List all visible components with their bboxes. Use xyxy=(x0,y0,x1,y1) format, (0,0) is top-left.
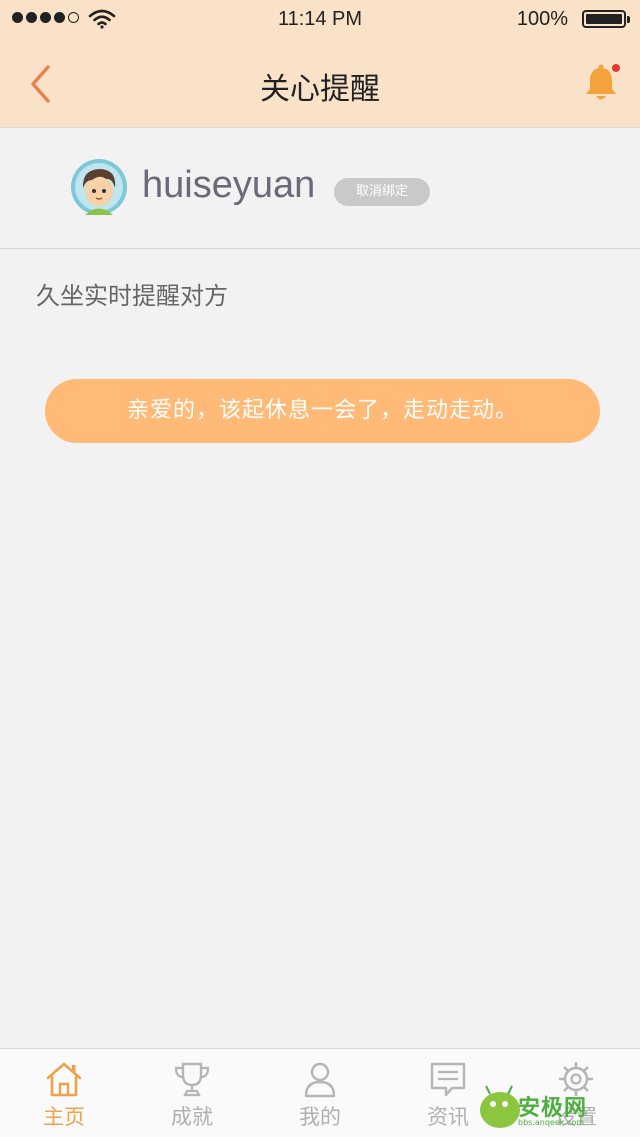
page-title: 关心提醒 xyxy=(260,72,380,107)
bell-icon xyxy=(586,64,620,100)
tab-home-label: 主页 xyxy=(43,1105,85,1129)
news-icon xyxy=(430,1062,466,1097)
home-icon xyxy=(46,1062,82,1097)
navigation-bar: 关心提醒 xyxy=(0,40,640,127)
avatar[interactable] xyxy=(70,158,128,216)
back-button[interactable] xyxy=(22,62,62,106)
bound-user-row: huiseyuan 取消绑定 xyxy=(0,128,640,249)
battery-percentage: 100% xyxy=(516,8,568,30)
android-robot-icon xyxy=(480,1085,520,1128)
tab-home[interactable]: 主页 xyxy=(0,1049,128,1137)
person-icon xyxy=(304,1062,336,1098)
unbind-button[interactable]: 取消绑定 xyxy=(334,178,430,206)
tab-profile-label: 我的 xyxy=(299,1105,341,1129)
username: huiseyuan xyxy=(142,164,316,206)
notification-dot xyxy=(612,64,620,72)
header: 11:14 PM 100% 关心提醒 xyxy=(0,0,640,128)
watermark-url: bbs.anqeek.com xyxy=(518,1118,585,1127)
tab-profile[interactable]: 我的 xyxy=(256,1049,384,1137)
tab-achievements-label: 成就 xyxy=(171,1105,213,1129)
tab-achievements[interactable]: 成就 xyxy=(128,1049,256,1137)
status-bar: 11:14 PM 100% xyxy=(0,0,640,40)
notification-button[interactable] xyxy=(580,62,622,106)
trophy-icon xyxy=(174,1062,210,1097)
reminder-message-button[interactable]: 亲爱的，该起休息一会了，走动走动。 xyxy=(45,379,600,443)
chevron-left-icon xyxy=(31,65,50,103)
watermark-logo: 安极网 bbs.anqeek.com xyxy=(478,1082,638,1132)
reminder-section-label: 久坐实时提醒对方 xyxy=(36,282,228,310)
battery-icon xyxy=(582,10,630,28)
